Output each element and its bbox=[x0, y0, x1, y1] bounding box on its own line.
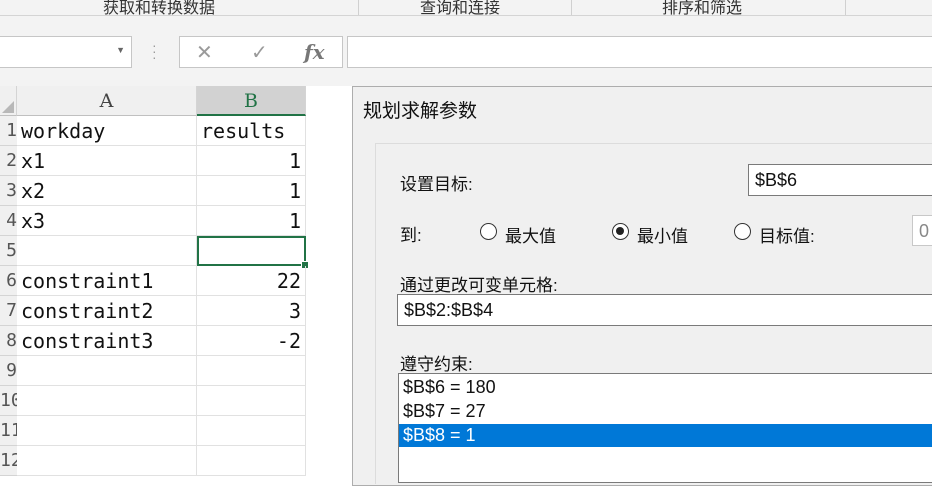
radio-value-of-label[interactable]: 目标值: bbox=[759, 222, 815, 247]
enter-check-icon[interactable]: ✓ bbox=[251, 40, 268, 65]
radio-max[interactable] bbox=[480, 223, 497, 240]
cell-b8[interactable]: -2 bbox=[197, 326, 306, 356]
cell-b1[interactable]: results bbox=[197, 116, 306, 146]
formula-buttons: ✕ ✓ fx bbox=[179, 36, 343, 68]
cell-b4[interactable]: 1 bbox=[197, 206, 306, 236]
ribbon-separator bbox=[358, 0, 359, 15]
cell-a1[interactable]: workday bbox=[17, 116, 197, 146]
changing-cells-value: $B$2:$B$4 bbox=[404, 300, 494, 320]
row-header[interactable]: 6 bbox=[0, 266, 17, 296]
row-header[interactable]: 4 bbox=[0, 206, 17, 236]
cancel-icon[interactable]: ✕ bbox=[196, 40, 213, 65]
cell-b11[interactable] bbox=[197, 416, 306, 446]
row-header[interactable]: 2 bbox=[0, 146, 17, 176]
ribbon-separator bbox=[571, 0, 572, 15]
cell-b6[interactable]: 22 bbox=[197, 266, 306, 296]
to-label: 到: bbox=[400, 226, 422, 245]
row-header[interactable]: 10 bbox=[0, 386, 17, 416]
ribbon-group-queries-connections: 查询和连接 bbox=[420, 0, 501, 16]
dialog-title: 规划求解参数 bbox=[363, 101, 478, 122]
formula-input[interactable] bbox=[347, 36, 932, 68]
cell-b2[interactable]: 1 bbox=[197, 146, 306, 176]
cell-a2[interactable]: x1 bbox=[17, 146, 197, 176]
ribbon-separator bbox=[845, 0, 846, 15]
ribbon-group-labels: 获取和转换数据 查询和连接 排序和筛选 bbox=[0, 0, 932, 16]
radio-value-of[interactable] bbox=[734, 223, 751, 240]
cell-b9[interactable] bbox=[197, 356, 306, 386]
row-header[interactable]: 3 bbox=[0, 176, 17, 206]
cell-a3[interactable]: x2 bbox=[17, 176, 197, 206]
cell-a4[interactable]: x3 bbox=[17, 206, 197, 236]
row-header[interactable]: 8 bbox=[0, 326, 17, 356]
cell-a12[interactable] bbox=[17, 446, 197, 476]
chevron-down-icon[interactable]: ▼ bbox=[116, 45, 125, 55]
row-header[interactable]: 1 bbox=[0, 116, 17, 146]
formula-bar: ▼ · · · ✕ ✓ fx bbox=[0, 16, 932, 86]
radio-min-label[interactable]: 最小值 bbox=[637, 222, 688, 247]
constraint-item-selected[interactable]: $B$8 = 1 bbox=[399, 424, 932, 447]
constraints-label: 遵守约束: bbox=[400, 355, 473, 374]
objective-value: $B$6 bbox=[755, 170, 798, 190]
row-header[interactable]: 12 bbox=[0, 446, 17, 476]
constraints-list[interactable]: $B$6 = 180 $B$7 = 27 $B$8 = 1 bbox=[398, 373, 932, 483]
target-value-input[interactable]: 0 bbox=[912, 215, 932, 246]
cell-b3[interactable]: 1 bbox=[197, 176, 306, 206]
constraint-item[interactable]: $B$6 = 180 bbox=[399, 376, 932, 399]
cell-b10[interactable] bbox=[197, 386, 306, 416]
objective-input[interactable]: $B$6 bbox=[748, 164, 932, 196]
radio-min[interactable] bbox=[612, 223, 629, 240]
row-header[interactable]: 11 bbox=[0, 416, 17, 446]
column-header-a[interactable]: A bbox=[17, 86, 197, 116]
name-box[interactable]: ▼ bbox=[0, 36, 132, 68]
drag-handle-icon[interactable]: · · · bbox=[152, 38, 157, 64]
row-header[interactable]: 9 bbox=[0, 356, 17, 386]
target-value: 0 bbox=[919, 221, 930, 241]
cell-b12[interactable] bbox=[197, 446, 306, 476]
cell-a8[interactable]: constraint3 bbox=[17, 326, 197, 356]
changing-cells-input[interactable]: $B$2:$B$4 bbox=[397, 294, 932, 326]
radio-max-label[interactable]: 最大值 bbox=[505, 222, 556, 247]
cell-a9[interactable] bbox=[17, 356, 197, 386]
active-cell[interactable] bbox=[197, 236, 306, 266]
select-all-corner[interactable] bbox=[0, 86, 17, 116]
constraint-item[interactable]: $B$7 = 27 bbox=[399, 400, 932, 423]
insert-function-icon[interactable]: fx bbox=[304, 40, 325, 64]
row-header[interactable]: 7 bbox=[0, 296, 17, 326]
cell-a10[interactable] bbox=[17, 386, 197, 416]
cell-a6[interactable]: constraint1 bbox=[17, 266, 197, 296]
row-header[interactable]: 5 bbox=[0, 236, 17, 266]
cell-a5[interactable] bbox=[17, 236, 197, 266]
column-header-b[interactable]: B bbox=[197, 86, 306, 116]
cell-a7[interactable]: constraint2 bbox=[17, 296, 197, 326]
ribbon-group-sort-filter: 排序和筛选 bbox=[662, 0, 743, 16]
cell-a11[interactable] bbox=[17, 416, 197, 446]
ribbon-group-get-transform: 获取和转换数据 bbox=[103, 0, 216, 16]
changing-cells-label: 通过更改可变单元格: bbox=[400, 276, 558, 295]
objective-label: 设置目标: bbox=[400, 175, 473, 194]
cell-b7[interactable]: 3 bbox=[197, 296, 306, 326]
